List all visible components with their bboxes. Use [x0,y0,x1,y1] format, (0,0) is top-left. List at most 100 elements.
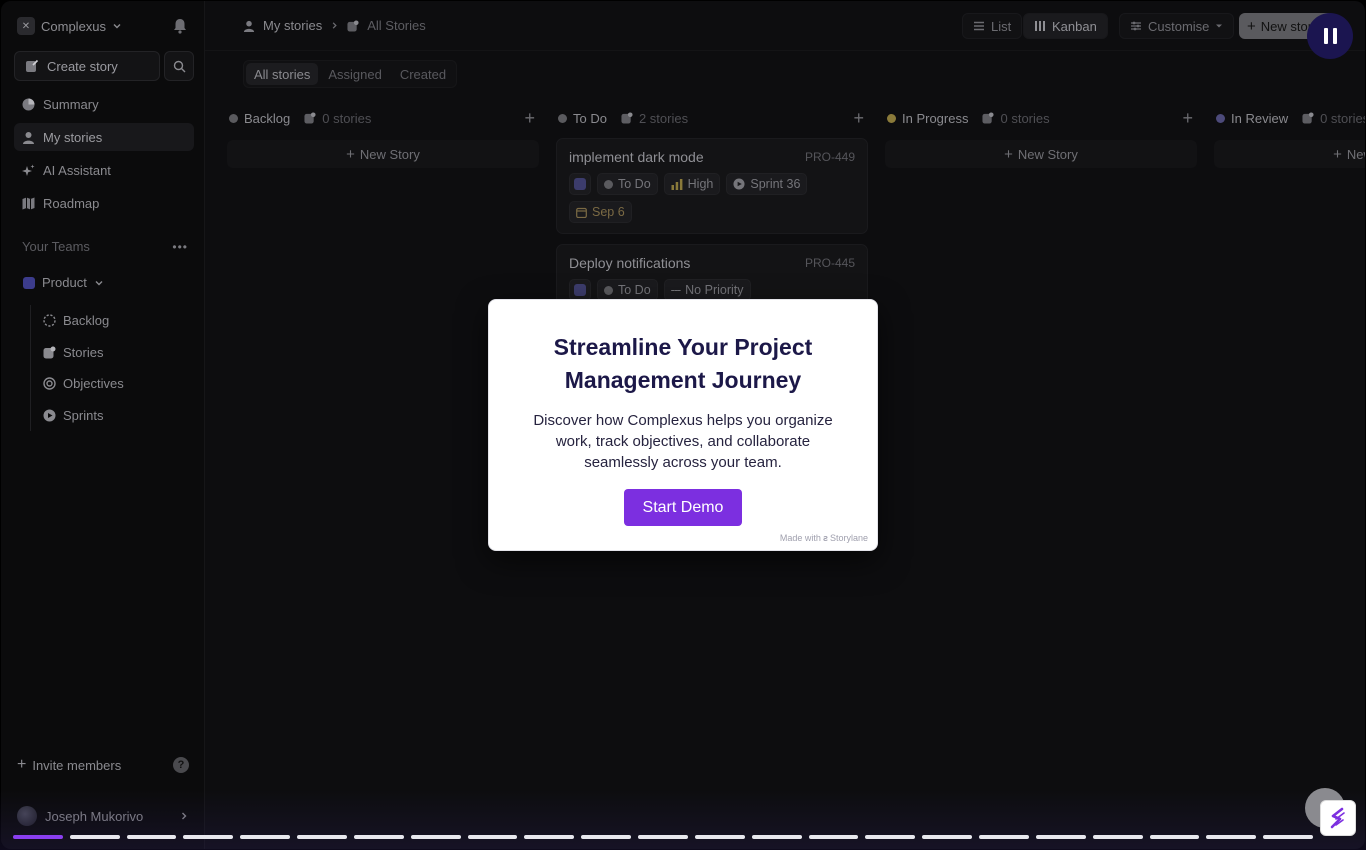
breadcrumb-all-stories[interactable]: All Stories [367,18,426,33]
team-item-label: Backlog [63,313,110,329]
status-chip[interactable]: To Do [597,173,658,195]
new-story-row[interactable]: + New Story [227,140,539,168]
start-demo-button[interactable]: Start Demo [624,489,742,526]
due-date-chip[interactable]: Sep 6 [569,201,632,223]
column-header: In Progress 0 stories + [885,98,1197,138]
assignee-avatar[interactable] [569,173,591,195]
priority-chip[interactable]: --- No Priority [663,279,751,301]
plus-icon: + [1247,17,1256,35]
column-title: Backlog [244,110,291,126]
tab-created[interactable]: Created [392,63,454,85]
status-dot [887,113,896,123]
sprint-label: Sprint 36 [750,177,801,191]
status-dot [1216,113,1225,123]
create-story-button[interactable]: Create story [14,51,160,81]
story-card[interactable]: implement dark mode PRO-449 To Do High S… [556,138,868,234]
user-icon [243,20,255,32]
create-story-label: Create story [47,58,118,74]
sparkle-icon [21,163,35,177]
topbar: My stories All Stories List Kanban Custo… [205,1,1365,51]
story-count: 0 stories [1302,111,1365,126]
teams-header: Your Teams ••• [22,239,188,254]
nav-item-roadmap[interactable]: Roadmap [14,189,194,217]
team-item-label: Objectives [63,376,124,392]
story-count-label: 0 stories [322,110,372,126]
assignee-avatar[interactable] [569,279,591,301]
new-story-row[interactable]: + New Story [1214,140,1365,168]
stories-icon [982,112,995,124]
status-dot [604,285,613,295]
avatar [17,806,37,826]
stories-icon [43,346,56,359]
status-label: To Do [618,283,651,297]
team-item-label: Stories [63,344,104,360]
list-view-label: List [991,18,1012,34]
nav-item-ai-assistant[interactable]: AI Assistant [14,156,194,184]
priority-chip[interactable]: High [663,173,721,195]
story-count: 0 stories [982,111,1050,126]
new-story-label: New Story [359,146,420,162]
search-button[interactable] [164,51,194,81]
more-options-icon[interactable]: ••• [172,240,188,254]
team-product[interactable]: Product [23,275,104,290]
nav-item-label: AI Assistant [43,162,111,178]
team-item-backlog[interactable]: Backlog [31,305,190,337]
status-dot [558,113,567,123]
breadcrumb: My stories All Stories [243,18,426,33]
add-story-icon[interactable]: + [853,108,864,129]
made-with-credit[interactable]: Made with ƨ Storylane [780,533,868,543]
pause-button[interactable] [1307,13,1353,59]
sprint-chip[interactable]: Sprint 36 [726,173,808,195]
story-count-label: 2 stories [638,110,689,126]
story-count: 2 stories [621,111,688,126]
sliders-icon [1131,21,1141,31]
calendar-icon [576,207,587,218]
dashed-circle-icon [43,314,56,327]
story-title: Deploy notifications [569,255,691,271]
nav-item-label: Roadmap [43,195,100,211]
status-chip[interactable]: To Do [597,279,658,301]
add-story-icon[interactable]: + [524,108,535,129]
user-icon [21,130,35,144]
new-story-row[interactable]: + New Story [885,140,1197,168]
customise-label: Customise [1148,18,1210,34]
story-filter-tabs: All stories Assigned Created [243,60,458,88]
invite-members-label: Invite members [32,757,122,773]
column-title: To Do [573,110,607,126]
tab-assigned[interactable]: Assigned [320,63,389,85]
signal-bars-icon [671,178,683,190]
tab-all-stories[interactable]: All stories [246,63,319,85]
kanban-icon [1035,21,1045,31]
caret-down-icon [1216,24,1223,28]
made-with-label: Made with [779,533,821,543]
team-subnav: Backlog Stories Objectives Sprints [30,305,190,431]
workspace-logo-icon: ✕ [17,17,35,35]
new-story-label: New Story [1017,146,1078,162]
team-item-stories[interactable]: Stories [31,337,190,369]
new-story-label: New Story [1346,146,1365,162]
sidebar: ✕ Complexus Create story Summary My stor… [1,1,205,849]
modal-body: Discover how Complexus helps you organiz… [533,412,833,471]
nav-item-summary[interactable]: Summary [14,90,194,118]
story-id: PRO-449 [804,150,855,164]
column-header: In Review 0 stories [1214,98,1365,138]
user-name: Joseph Mukorivo [45,808,144,824]
bell-icon[interactable] [173,18,187,34]
list-view-button[interactable]: List [962,13,1023,39]
user-profile[interactable]: Joseph Mukorivo [17,806,189,826]
due-date-label: Sep 6 [592,205,625,219]
invite-members-button[interactable]: + Invite members [17,756,121,774]
add-story-icon[interactable]: + [1182,108,1193,129]
workspace-switcher[interactable]: ✕ Complexus [17,17,122,35]
kanban-view-button[interactable]: Kanban [1023,13,1108,39]
customise-button[interactable]: Customise [1119,13,1235,39]
team-item-objectives[interactable]: Objectives [31,368,190,400]
team-item-sprints[interactable]: Sprints [31,400,190,432]
breadcrumb-my-stories[interactable]: My stories [263,18,322,33]
team-color-dot [23,276,35,289]
map-icon [21,196,35,210]
status-dot [604,179,613,189]
pie-chart-icon [21,97,35,111]
help-icon[interactable]: ? [173,757,189,773]
nav-item-my-stories[interactable]: My stories [14,123,194,151]
